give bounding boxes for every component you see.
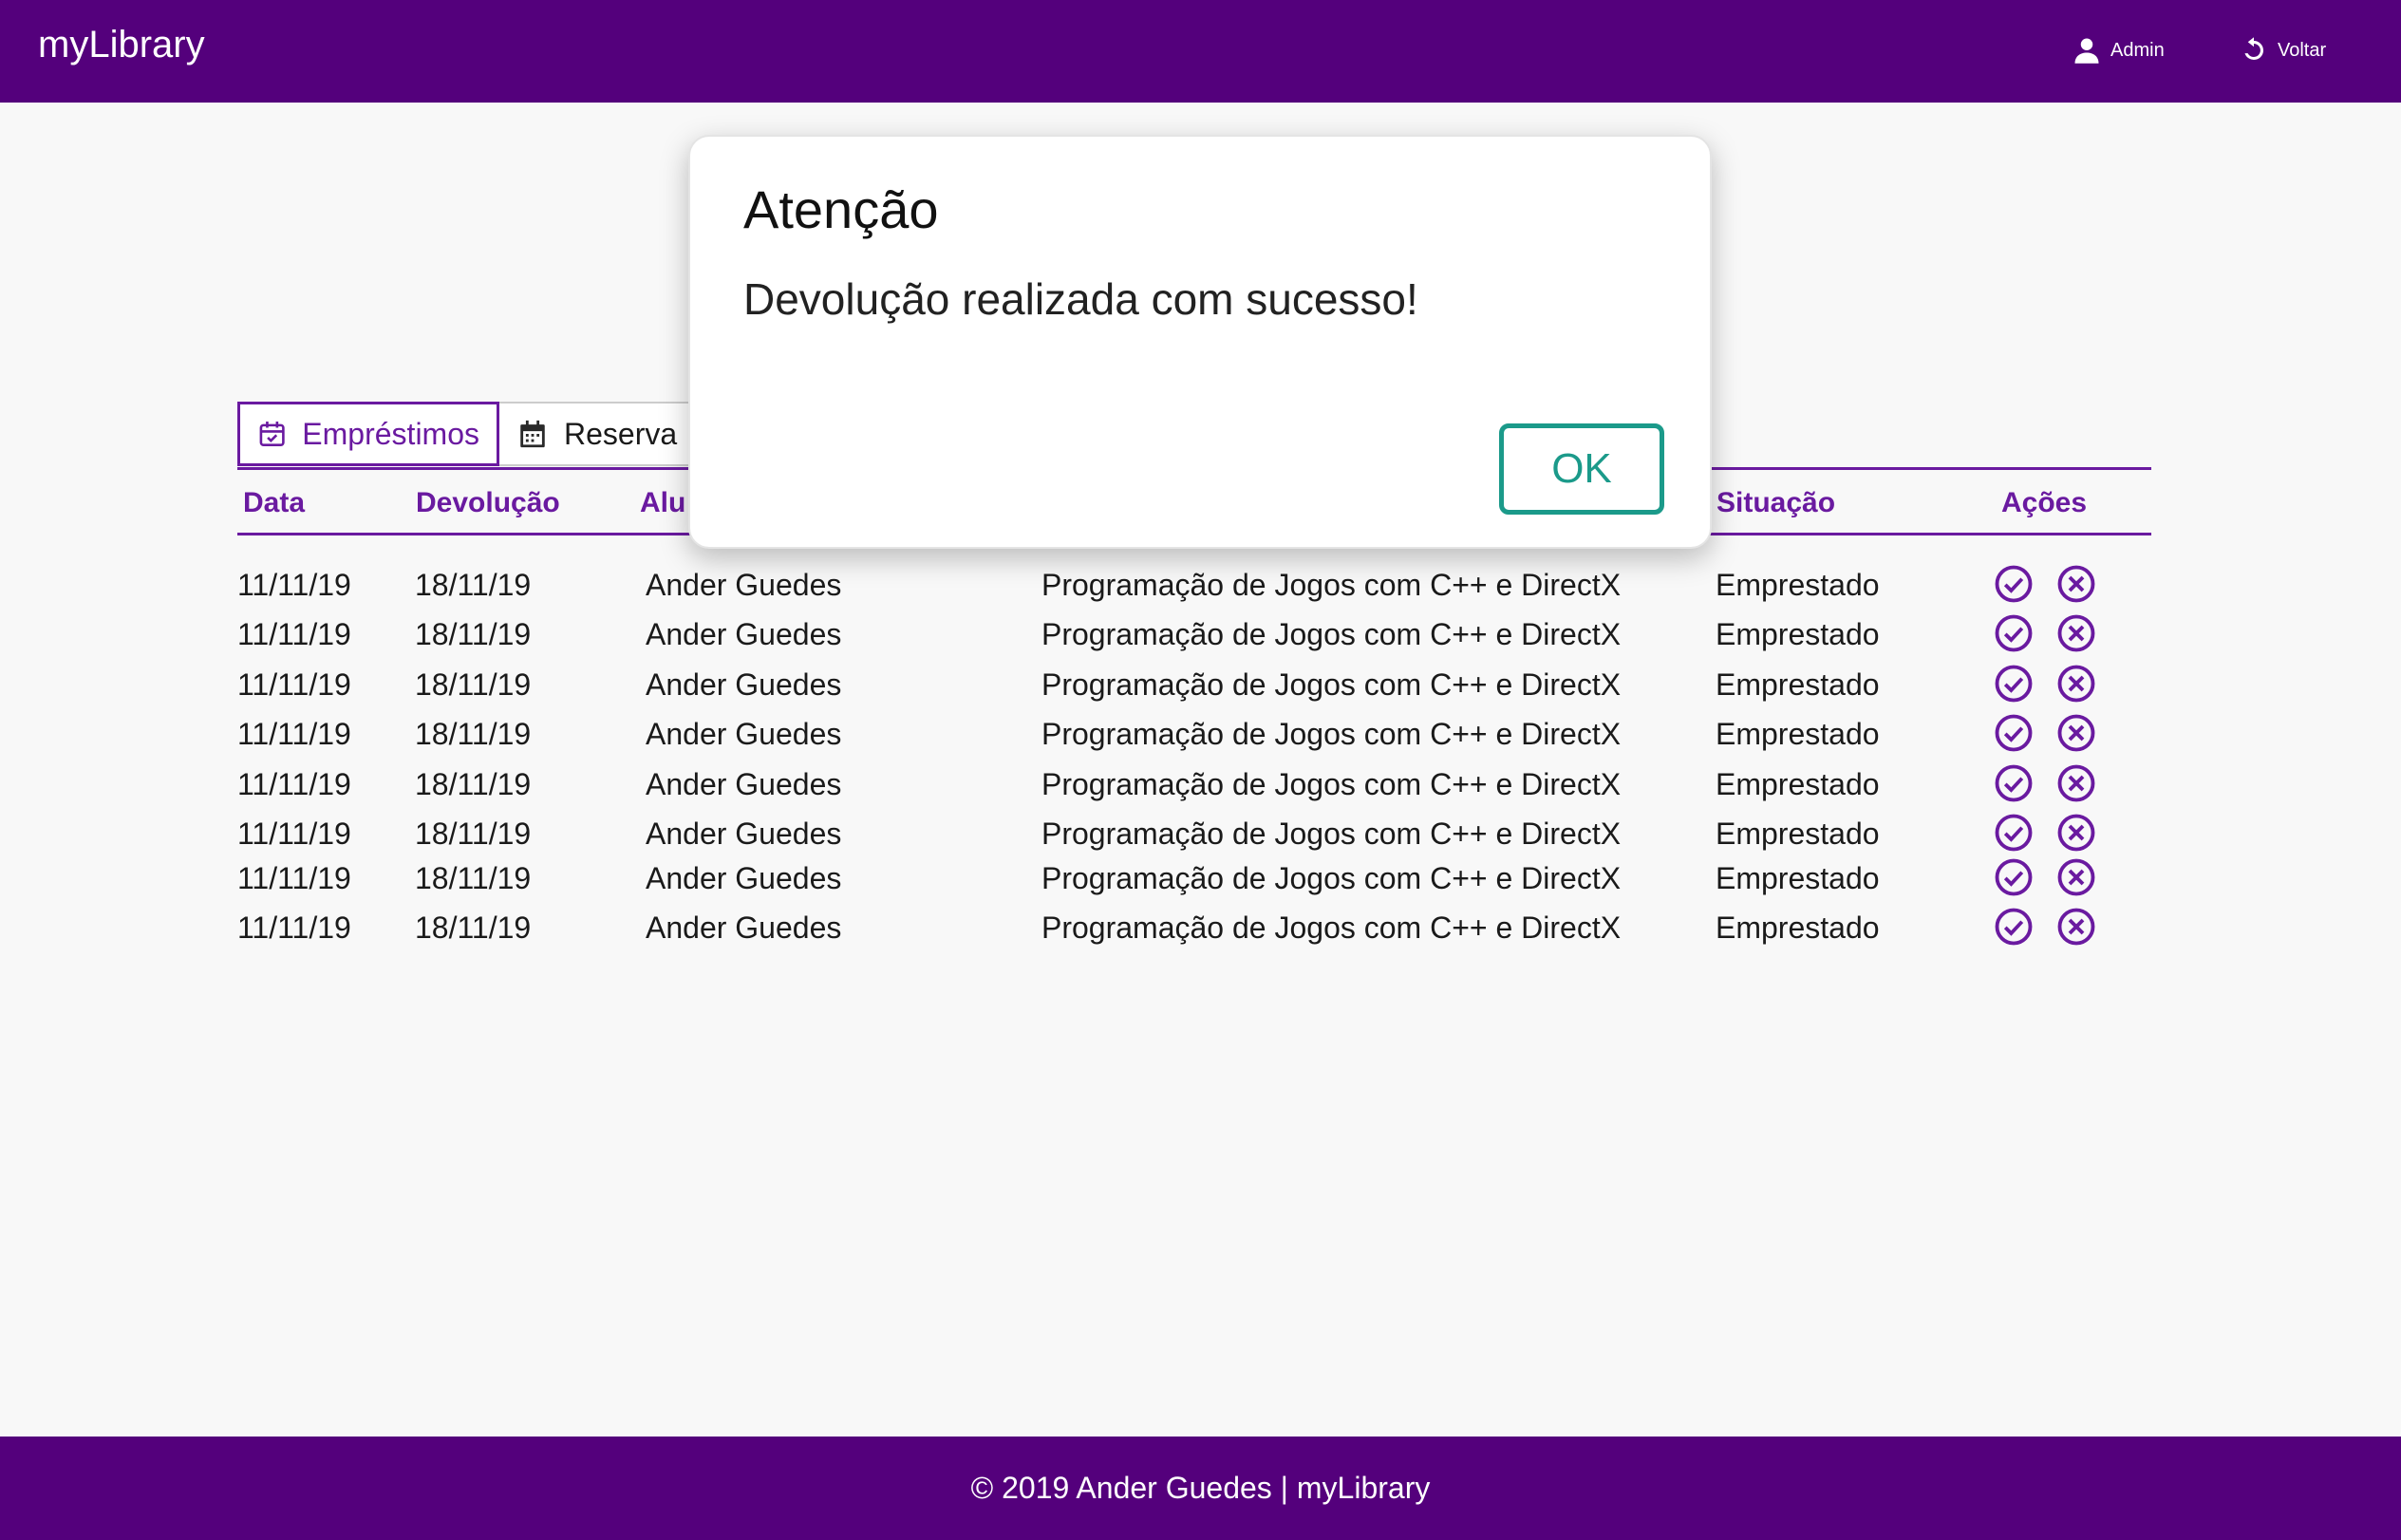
back-button[interactable]: Voltar [2240, 36, 2326, 65]
cell-situacao: Emprestado [1716, 667, 1880, 702]
cell-situacao: Emprestado [1716, 817, 1880, 851]
cell-situacao: Emprestado [1716, 911, 1880, 945]
cancel-icon[interactable] [2056, 564, 2096, 604]
cell-aluno: Ander Guedes [646, 911, 842, 945]
cell-devolucao: 18/11/19 [415, 767, 532, 801]
cell-livro: Programação de Jogos com C++ e DirectX [1041, 568, 1622, 602]
cancel-icon[interactable] [2056, 813, 2096, 853]
admin-label: Admin [2110, 39, 2165, 61]
table-row: 11/11/19 18/11/19 Ander Guedes Programação … [237, 613, 2151, 661]
cell-aluno: Ander Guedes [646, 667, 842, 702]
tab-emprestimos[interactable]: Empréstimos [237, 402, 499, 466]
cancel-icon[interactable] [2056, 613, 2096, 653]
cell-situacao: Emprestado [1716, 767, 1880, 801]
cell-devolucao: 18/11/19 [415, 717, 532, 751]
cell-aluno: Ander Guedes [646, 568, 842, 602]
cell-situacao: Emprestado [1716, 717, 1880, 751]
table-row: 11/11/19 18/11/19 Ander Guedes Programação … [237, 907, 2151, 954]
confirm-return-icon[interactable] [1994, 813, 2034, 853]
confirm-return-icon[interactable] [1994, 907, 2034, 947]
cell-livro: Programação de Jogos com C++ e DirectX [1041, 767, 1622, 801]
column-header-devolucao[interactable]: Devolução [416, 487, 560, 519]
cell-data: 11/11/19 [237, 861, 351, 895]
confirm-return-icon[interactable] [1994, 564, 2034, 604]
cancel-icon[interactable] [2056, 713, 2096, 753]
cell-devolucao: 18/11/19 [415, 817, 532, 851]
cell-livro: Programação de Jogos com C++ e DirectX [1041, 861, 1622, 895]
calendar-check-icon [259, 421, 285, 447]
cell-data: 11/11/19 [237, 568, 351, 602]
cell-data: 11/11/19 [237, 617, 351, 651]
cell-situacao: Emprestado [1716, 568, 1880, 602]
table-row: 11/11/19 18/11/19 Ander Guedes Programação … [237, 857, 2151, 905]
cell-devolucao: 18/11/19 [415, 911, 532, 945]
cell-livro: Programação de Jogos com C++ e DirectX [1041, 667, 1622, 702]
admin-menu[interactable]: Admin [2073, 36, 2165, 65]
footer-copyright: © 2019 Ander Guedes | myLibrary [970, 1471, 1431, 1505]
cancel-icon[interactable] [2056, 857, 2096, 897]
column-header-data[interactable]: Data [243, 487, 305, 519]
cell-devolucao: 18/11/19 [415, 667, 532, 702]
cell-data: 11/11/19 [237, 911, 351, 945]
cell-aluno: Ander Guedes [646, 717, 842, 751]
cell-situacao: Emprestado [1716, 617, 1880, 651]
top-bar: myLibrary Admin Voltar [0, 0, 2401, 103]
column-header-acoes: Ações [2001, 487, 2088, 518]
cell-devolucao: 18/11/19 [415, 617, 532, 651]
cancel-icon[interactable] [2056, 664, 2096, 704]
cell-devolucao: 18/11/19 [415, 568, 532, 602]
table-row: 11/11/19 18/11/19 Ander Guedes Programação … [237, 664, 2151, 711]
alert-dialog: Atenção Devolução realizada com sucesso!… [688, 135, 1712, 549]
user-icon [2074, 38, 2099, 64]
ok-button[interactable]: OK [1499, 423, 1664, 515]
table-row: 11/11/19 18/11/19 Ander Guedes Programação … [237, 564, 2151, 611]
cell-data: 11/11/19 [237, 817, 351, 851]
table-row: 11/11/19 18/11/19 Ander Guedes Programação … [237, 813, 2151, 860]
tab-bar: Empréstimos Reserva [237, 402, 765, 470]
tab-reserva-label: Reserva [564, 416, 678, 451]
table-row: 11/11/19 18/11/19 Ander Guedes Programação … [237, 713, 2151, 761]
cell-livro: Programação de Jogos com C++ e DirectX [1041, 911, 1622, 945]
back-label: Voltar [2278, 39, 2327, 61]
cell-data: 11/11/19 [237, 717, 351, 751]
cell-aluno: Ander Guedes [646, 617, 842, 651]
confirm-return-icon[interactable] [1994, 613, 2034, 653]
cancel-icon[interactable] [2056, 763, 2096, 803]
cell-data: 11/11/19 [237, 667, 351, 702]
confirm-return-icon[interactable] [1994, 664, 2034, 704]
brand-logo[interactable]: myLibrary [38, 24, 205, 66]
cell-data: 11/11/19 [237, 767, 351, 801]
column-header-aluno[interactable]: Alu [640, 487, 685, 519]
cell-livro: Programação de Jogos com C++ e DirectX [1041, 717, 1622, 751]
cell-aluno: Ander Guedes [646, 767, 842, 801]
confirm-return-icon[interactable] [1994, 763, 2034, 803]
undo-icon [2244, 37, 2263, 60]
cell-livro: Programação de Jogos com C++ e DirectX [1041, 617, 1622, 651]
dialog-title: Atenção [743, 179, 939, 239]
calendar-icon [520, 420, 545, 448]
tab-emprestimos-label: Empréstimos [302, 416, 479, 451]
cell-aluno: Ander Guedes [646, 861, 842, 895]
cell-situacao: Emprestado [1716, 861, 1880, 895]
cancel-icon[interactable] [2056, 907, 2096, 947]
confirm-return-icon[interactable] [1994, 857, 2034, 897]
confirm-return-icon[interactable] [1994, 713, 2034, 753]
dialog-message: Devolução realizada com sucesso! [743, 274, 1418, 324]
column-header-situacao[interactable]: Situação [1716, 487, 1835, 519]
footer: © 2019 Ander Guedes | myLibrary [0, 1437, 2401, 1540]
table-row: 11/11/19 18/11/19 Ander Guedes Programação … [237, 763, 2151, 811]
cell-livro: Programação de Jogos com C++ e DirectX [1041, 817, 1622, 851]
cell-devolucao: 18/11/19 [415, 861, 532, 895]
cell-aluno: Ander Guedes [646, 817, 842, 851]
